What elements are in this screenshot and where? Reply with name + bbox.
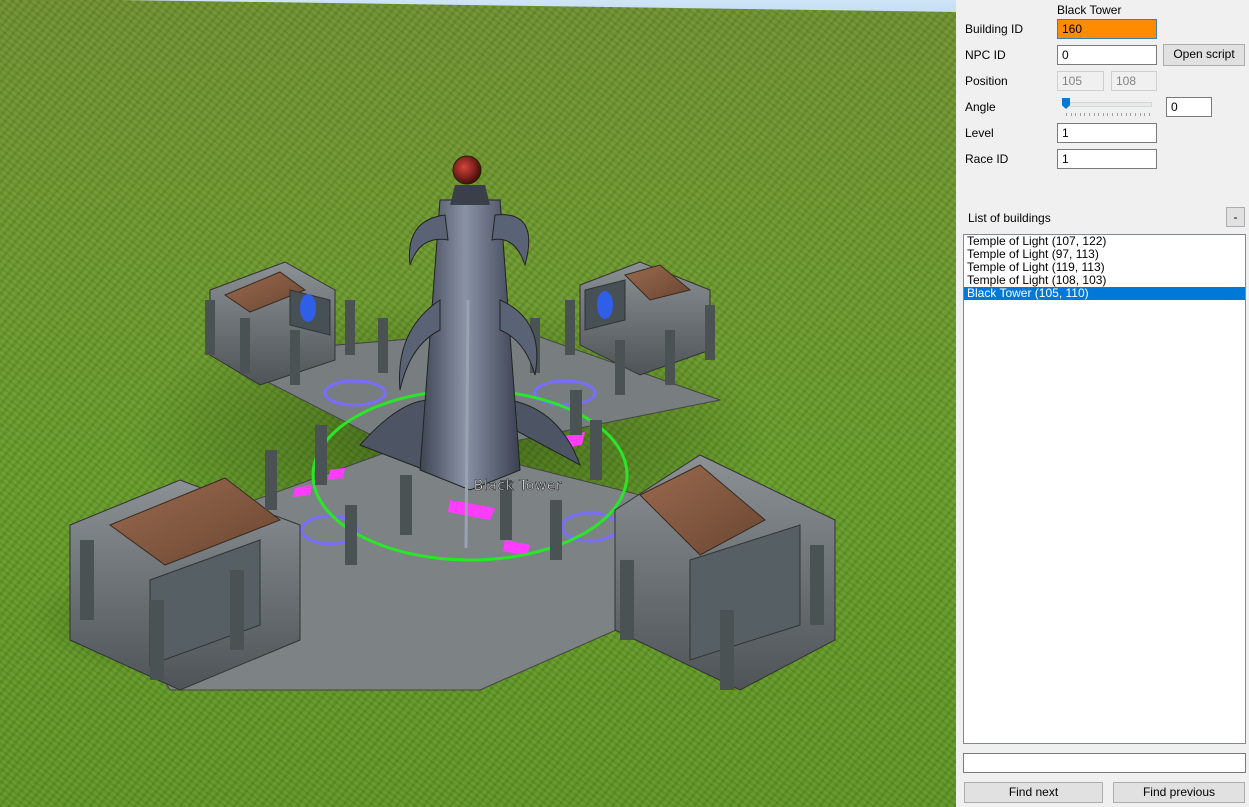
angle-field[interactable] xyxy=(1166,97,1212,117)
list-item[interactable]: Black Tower (105, 110) xyxy=(964,287,1245,300)
race-id-field[interactable] xyxy=(1057,149,1157,169)
slider-tick xyxy=(1066,113,1067,116)
search-field[interactable] xyxy=(963,753,1246,773)
collapse-button[interactable]: - xyxy=(1226,207,1245,227)
slider-tick xyxy=(1093,113,1095,116)
map-viewport[interactable]: Black Tower xyxy=(0,0,956,807)
list-title: List of buildings xyxy=(968,211,1051,225)
level-label: Level xyxy=(965,126,994,140)
angle-slider-track[interactable] xyxy=(1062,102,1152,107)
slider-tick xyxy=(1098,113,1100,116)
slider-tick xyxy=(1084,113,1086,116)
buildings-list[interactable]: Temple of Light (107, 122) Temple of Ligh… xyxy=(963,234,1246,744)
npc-id-field[interactable] xyxy=(1057,45,1157,65)
slider-tick xyxy=(1089,113,1090,116)
slider-tick xyxy=(1079,113,1081,116)
building-id-field[interactable] xyxy=(1057,19,1157,39)
position-label: Position xyxy=(965,74,1008,88)
slider-tick xyxy=(1075,113,1077,116)
race-id-label: Race ID xyxy=(965,152,1009,166)
level-field[interactable] xyxy=(1057,123,1157,143)
position-x-field[interactable] xyxy=(1057,71,1104,91)
position-y-field[interactable] xyxy=(1111,71,1157,91)
slider-tick xyxy=(1130,113,1132,116)
building-scene: Black Tower xyxy=(30,155,836,691)
slider-tick xyxy=(1102,113,1104,116)
slider-tick xyxy=(1139,113,1141,116)
slider-tick xyxy=(1116,113,1118,116)
slider-tick xyxy=(1125,113,1127,116)
slider-tick xyxy=(1135,113,1136,116)
open-script-button[interactable]: Open script xyxy=(1163,44,1245,66)
slider-tick xyxy=(1112,113,1113,116)
panel-title: Black Tower xyxy=(1057,3,1122,17)
slider-tick xyxy=(1107,113,1109,116)
find-previous-button[interactable]: Find previous xyxy=(1113,782,1245,803)
npc-id-label: NPC ID xyxy=(965,48,1006,62)
find-next-button[interactable]: Find next xyxy=(964,782,1103,803)
slider-tick xyxy=(1148,113,1150,116)
building-label: Black Tower xyxy=(474,478,562,494)
building-id-label: Building ID xyxy=(965,22,1024,36)
slider-tick xyxy=(1121,113,1123,116)
angle-label: Angle xyxy=(965,100,996,114)
slider-tick xyxy=(1070,113,1072,116)
slider-tick xyxy=(1144,113,1146,116)
